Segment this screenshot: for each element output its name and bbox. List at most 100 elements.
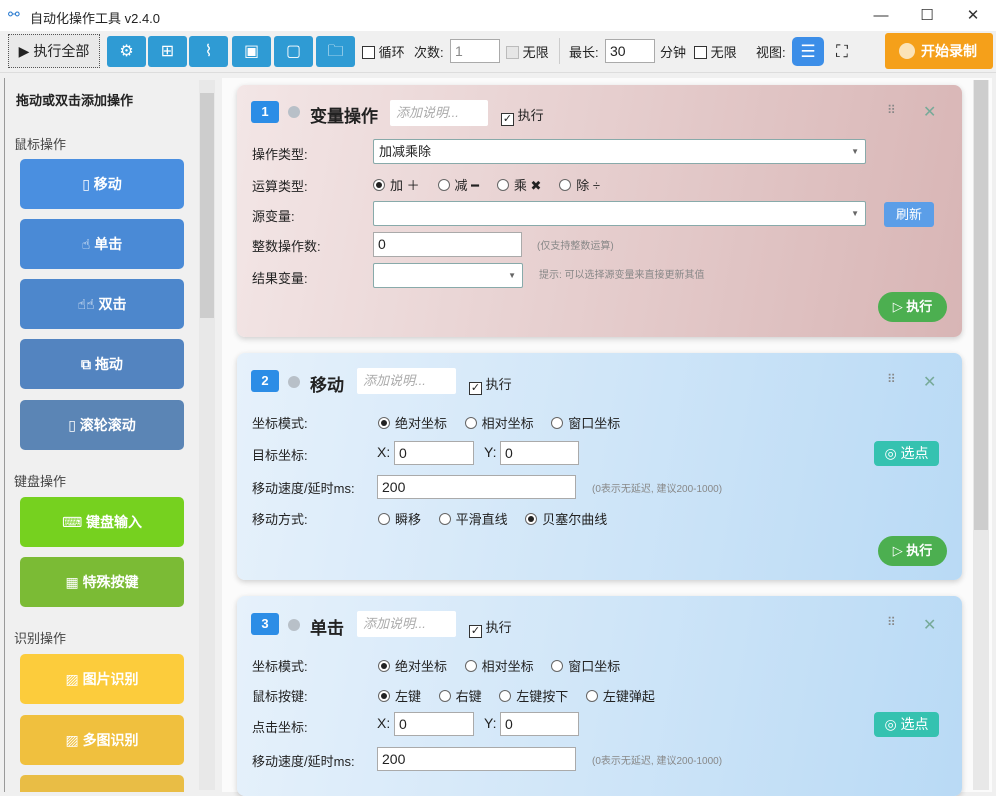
drag-handle-icon[interactable]: ⠿ (887, 103, 896, 117)
item-label: 多图识别 (82, 732, 139, 748)
radio-absolute[interactable]: 绝对坐标 (378, 656, 447, 675)
radio-left[interactable]: 左键 (378, 686, 421, 705)
pick-point-button[interactable]: ◎ 选点 (874, 441, 939, 466)
clear-button[interactable]: ⌇ (189, 36, 228, 67)
speed-input[interactable]: 200 (377, 475, 576, 499)
new-folder-icon: ⊞ (160, 43, 175, 60)
radio-absolute[interactable]: 绝对坐标 (378, 413, 447, 432)
gear-icon: ⚙ (119, 43, 134, 60)
click-coord-label: 点击坐标: (252, 720, 308, 735)
radio-left-down[interactable]: 左键按下 (499, 686, 568, 705)
radio-window[interactable]: 窗口坐标 (551, 656, 620, 675)
radio-relative[interactable]: 相对坐标 (464, 413, 534, 432)
settings-button[interactable]: ⚙ (107, 36, 146, 67)
x-input[interactable]: 0 (394, 712, 474, 736)
coord-mode-label: 坐标模式: (252, 659, 308, 674)
speed-hint: (0表示无延迟, 建议200-1000) (592, 756, 723, 767)
sidebar-item-click[interactable]: ☝ 单击 (20, 219, 184, 269)
y-label: Y: (484, 715, 497, 731)
record-label: 开始录制 (921, 43, 977, 59)
app-logo-icon: ⚯ (8, 6, 20, 22)
radio-divide[interactable]: 除 ÷ (559, 175, 600, 194)
int-hint: (仅支持整数运算) (537, 241, 614, 252)
drag-handle-icon[interactable]: ⠿ (887, 615, 896, 629)
chevron-down-icon: ▼ (508, 271, 516, 280)
int-operand-input[interactable]: 0 (373, 232, 522, 257)
description-input[interactable]: 添加说明... (390, 100, 488, 126)
sidebar-item-move[interactable]: ▯ 移动 (20, 159, 184, 209)
speed-input[interactable]: 200 (377, 747, 576, 771)
minimize-button[interactable]: — (858, 0, 904, 31)
open-button[interactable]: 🗀 (316, 36, 355, 67)
operation-card-move[interactable]: 2 移动 添加说明... ✓ 执行 ⠿ ✕ 坐标模式: 绝对坐标 相对坐标 窗口… (237, 353, 962, 580)
radio-bezier[interactable]: 贝塞尔曲线 (525, 509, 607, 528)
special-key-icon: ▦ (65, 574, 83, 590)
y-input[interactable]: 0 (500, 712, 579, 736)
compact-view-button[interactable]: ⛶ (828, 37, 856, 66)
maximize-button[interactable]: ☐ (904, 0, 950, 31)
target-icon: ◎ (884, 716, 901, 732)
speed-hint: (0表示无延迟, 建议200-1000) (592, 484, 723, 495)
sidebar-item-image-recognition[interactable]: ▨ 图片识别 (20, 654, 184, 704)
radio-add[interactable]: 加 ＋ (373, 175, 420, 194)
unlimited-count-checkbox[interactable]: 无限 (506, 42, 549, 61)
close-icon[interactable]: ✕ (923, 102, 936, 122)
count-input[interactable]: 1 (450, 39, 500, 63)
sidebar-item-drag[interactable]: ⧉ 拖动 (20, 339, 184, 389)
sidebar-item-multi-image[interactable]: ▨ 多图识别 (20, 715, 184, 765)
list-view-button[interactable]: ☰ (792, 37, 824, 66)
description-input[interactable]: 添加说明... (357, 611, 456, 637)
y-input[interactable]: 0 (500, 441, 579, 465)
sidebar-item-special-key[interactable]: ▦ 特殊按键 (20, 557, 184, 607)
radio-window[interactable]: 窗口坐标 (551, 413, 620, 432)
unlimited-duration-checkbox[interactable]: 无限 (694, 42, 737, 61)
sidebar-item-partial[interactable] (20, 775, 184, 792)
radio-subtract[interactable]: 减 ━ (437, 175, 479, 194)
pick-point-button[interactable]: ◎ 选点 (874, 712, 939, 737)
execute-button[interactable]: ▷ 执行 (878, 536, 947, 566)
execute-checkbox[interactable]: ✓ 执行 (501, 105, 544, 126)
execute-button[interactable]: ▷ 执行 (878, 292, 947, 322)
loop-checkbox[interactable]: 循环 (362, 42, 405, 61)
start-recording-button[interactable]: 开始录制 (885, 33, 993, 69)
close-icon[interactable]: ✕ (923, 615, 936, 635)
close-button[interactable]: ✕ (950, 0, 996, 31)
close-icon[interactable]: ✕ (923, 372, 936, 392)
x-input[interactable]: 0 (394, 441, 474, 465)
operation-card-variable[interactable]: 1 变量操作 添加说明... ✓ 执行 ⠿ ✕ 操作类型: 加减乘除 ▼ 运算类型… (237, 85, 962, 337)
save-button[interactable]: ▣ (232, 36, 271, 67)
radio-instant[interactable]: 瞬移 (378, 509, 421, 528)
refresh-button[interactable]: 刷新 (884, 202, 934, 227)
execute-checkbox[interactable]: ✓ 执行 (469, 617, 512, 638)
op-type-select[interactable]: 加减乘除 ▼ (373, 139, 866, 164)
view-label: 视图: (756, 45, 786, 60)
section-keyboard: 键盘操作 (14, 474, 67, 489)
result-var-select[interactable]: ▼ (373, 263, 523, 288)
item-label: 键盘输入 (86, 514, 143, 530)
save-as-icon: ▢ (285, 43, 302, 60)
sidebar-item-double-click[interactable]: ☝☝ 双击 (20, 279, 184, 329)
sidebar-item-scroll[interactable]: ▯ 滚轮滚动 (20, 400, 184, 450)
main-scrollbar-thumb[interactable] (974, 80, 988, 530)
save-as-button[interactable]: ▢ (274, 36, 313, 67)
radio-left-up[interactable]: 左键弹起 (585, 686, 655, 705)
unlimited-label: 无限 (710, 45, 737, 60)
drag-handle-icon[interactable]: ⠿ (887, 372, 896, 386)
sidebar-item-keyboard-input[interactable]: ⌨ 键盘输入 (20, 497, 184, 547)
section-mouse: 鼠标操作 (14, 137, 67, 152)
radio-right[interactable]: 右键 (438, 686, 482, 705)
radio-linear[interactable]: 平滑直线 (438, 509, 508, 528)
execute-checkbox[interactable]: ✓ 执行 (469, 374, 512, 395)
description-input[interactable]: 添加说明... (357, 368, 456, 394)
sidebar-scrollbar-thumb[interactable] (200, 93, 214, 318)
op-type-label: 操作类型: (252, 147, 308, 162)
operation-card-click[interactable]: 3 单击 添加说明... ✓ 执行 ⠿ ✕ 坐标模式: 绝对坐标 相对坐标 窗口… (237, 596, 962, 796)
run-all-button[interactable]: ▶ 执行全部 (8, 34, 100, 68)
coord-mode-radios: 绝对坐标 相对坐标 窗口坐标 (378, 413, 634, 432)
radio-relative[interactable]: 相对坐标 (464, 656, 534, 675)
radio-multiply[interactable]: 乘 ✖ (496, 175, 541, 194)
new-button[interactable]: ⊞ (148, 36, 187, 67)
max-duration-input[interactable]: 30 (605, 39, 655, 63)
unlimited-label: 无限 (522, 45, 549, 60)
source-var-select[interactable]: ▼ (373, 201, 866, 226)
